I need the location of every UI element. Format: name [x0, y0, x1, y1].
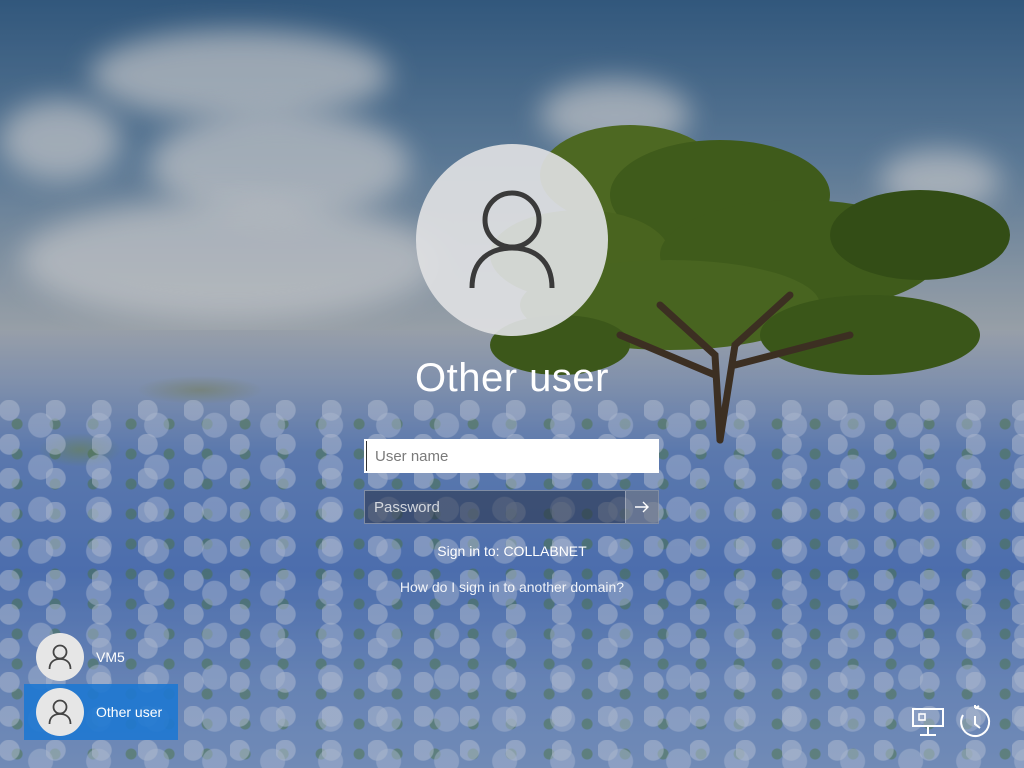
submit-button[interactable] — [625, 491, 658, 523]
user-tile-vm5[interactable]: VM5 — [24, 629, 178, 685]
network-button[interactable] — [910, 704, 946, 740]
arrow-right-icon — [635, 501, 649, 513]
user-icon — [469, 190, 555, 289]
user-tile-avatar — [36, 633, 84, 681]
user-icon — [48, 699, 72, 725]
user-icon — [48, 644, 72, 670]
username-field[interactable] — [364, 439, 659, 473]
ease-of-access-button[interactable] — [957, 704, 993, 740]
network-icon — [912, 708, 944, 736]
user-tile-other-user[interactable]: Other user — [24, 684, 178, 740]
other-domain-help-link[interactable]: How do I sign in to another domain? — [312, 579, 712, 595]
sign-in-domain-text: Sign in to: COLLABNET — [437, 543, 587, 559]
password-input[interactable] — [365, 491, 625, 523]
ease-of-access-icon — [960, 705, 991, 737]
user-avatar — [416, 144, 608, 336]
user-tile-avatar — [36, 688, 84, 736]
user-tile-name: VM5 — [96, 649, 125, 665]
user-tile-name: Other user — [96, 704, 163, 720]
username-input[interactable] — [366, 441, 657, 471]
password-field[interactable] — [364, 490, 659, 524]
user-display-name: Other user — [415, 356, 609, 400]
